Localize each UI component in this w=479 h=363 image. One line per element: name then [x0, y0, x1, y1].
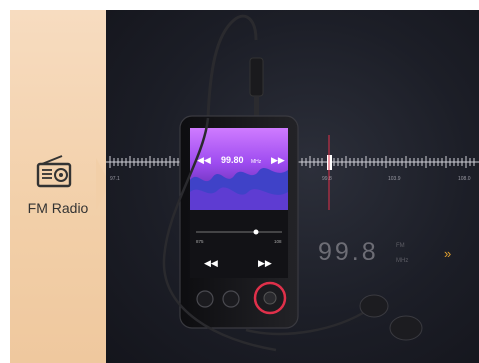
next-icon[interactable]: ▶▶ — [258, 258, 272, 268]
frequency-readout: 99.8 — [318, 238, 379, 266]
double-chevron-right-icon[interactable]: » — [444, 246, 451, 261]
readout-band: FM — [396, 243, 405, 249]
fast-forward-icon[interactable]: ▶▶ — [271, 155, 285, 165]
scale-tick-label: 97.1 — [110, 176, 120, 182]
product-photo: 97.1 99.8 103.9 108.0 ◀◀ 99.80 MHz ▶▶ 87… — [106, 10, 479, 363]
readout-unit: MHz — [396, 258, 408, 264]
menu-button[interactable] — [222, 290, 240, 308]
slider-left-value: 875 — [196, 239, 204, 244]
earphone-cable — [206, 14, 258, 119]
back-button[interactable] — [196, 290, 214, 308]
previous-icon[interactable]: ◀◀ — [204, 258, 218, 268]
plug-collar — [254, 96, 259, 116]
earbud-left — [359, 294, 389, 318]
slider-knob[interactable] — [253, 229, 259, 235]
scale-tick-label: 99.8 — [322, 176, 332, 182]
earbud-right — [389, 315, 423, 341]
radio-icon — [36, 155, 72, 188]
device-illustration: 97.1 99.8 103.9 108.0 ◀◀ 99.80 MHz ▶▶ 87… — [106, 14, 479, 352]
slider-right-value: 108 — [274, 239, 282, 244]
fm-radio-label: FM Radio — [27, 200, 89, 216]
screen-frequency-unit: MHz — [251, 159, 262, 165]
scale-tick-label: 108.0 — [458, 176, 471, 182]
play-center-button[interactable] — [263, 291, 277, 305]
screen-frequency: 99.80 — [221, 155, 244, 165]
headphone-plug — [249, 57, 264, 97]
scale-tick-label: 103.9 — [388, 176, 401, 182]
rewind-icon[interactable]: ◀◀ — [197, 155, 211, 165]
product-banner: FM Radio 97.1 99.8 103.9 108.0 ◀◀ 99.80 … — [0, 0, 479, 363]
